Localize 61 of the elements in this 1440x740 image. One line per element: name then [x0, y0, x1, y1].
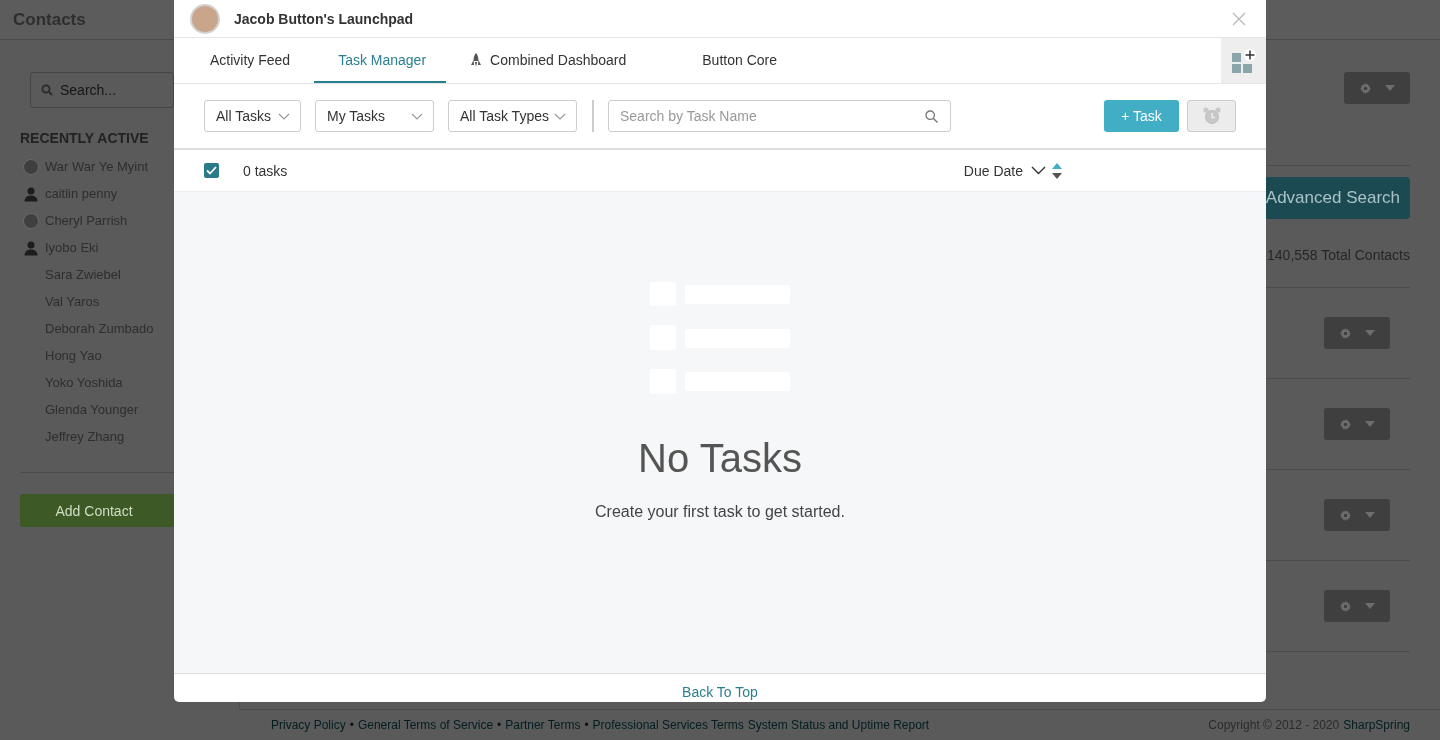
gear-icon	[1359, 82, 1371, 94]
caret-icon	[1364, 330, 1375, 336]
select-all-checkbox[interactable]	[204, 163, 219, 178]
reminder-button[interactable]	[1187, 100, 1236, 132]
caret-icon	[1384, 85, 1395, 91]
avatar	[23, 212, 39, 229]
actions-dropdown[interactable]	[1324, 590, 1390, 622]
search-icon	[41, 84, 53, 96]
person-icon	[23, 239, 39, 256]
actions-dropdown[interactable]	[1344, 72, 1410, 104]
alarm-clock-icon	[1201, 106, 1222, 126]
gear-icon	[1339, 418, 1351, 430]
chevron-icon	[554, 112, 566, 120]
add-widget-icon	[1230, 47, 1257, 74]
brand-link[interactable]: SharpSpring	[1343, 718, 1410, 732]
separator: •	[497, 718, 502, 732]
gear-icon	[1339, 327, 1351, 339]
add-contact-button[interactable]: Add Contact	[20, 494, 174, 527]
rocket-icon	[470, 52, 483, 67]
avatar	[23, 158, 39, 175]
chevron-icon	[1031, 166, 1046, 175]
gear-icon	[1339, 509, 1351, 521]
empty-message: Create your first task to get started.	[595, 503, 845, 521]
sort-order-icon[interactable]	[1052, 162, 1062, 179]
person-icon	[23, 185, 39, 202]
advanced-search-button[interactable]: Advanced Search	[1266, 177, 1410, 219]
tab[interactable]: Combined Dashboard	[448, 38, 649, 83]
search-field[interactable]: Search...	[30, 72, 174, 108]
back-to-top-link[interactable]: Back To Top	[682, 684, 758, 700]
separator: •	[584, 718, 589, 732]
tab[interactable]: Task Manager	[314, 38, 447, 83]
chevron-icon	[278, 112, 290, 120]
empty-title: No Tasks	[638, 436, 802, 481]
sort-dropdown[interactable]: Due Date	[963, 162, 1062, 179]
filter-dropdown[interactable]: All Tasks	[204, 100, 301, 132]
footer-link[interactable]: System Status and Uptime Report	[747, 718, 930, 732]
footer-link[interactable]: Partner Terms	[505, 718, 581, 732]
add-task-button[interactable]: + Task	[1104, 100, 1179, 132]
chevron-icon	[411, 112, 423, 120]
footer-link[interactable]: Professional Services Terms	[592, 718, 744, 732]
modal-title: Jacob Button's Launchpad	[234, 10, 415, 27]
footer-link[interactable]: General Terms of Service	[357, 718, 494, 732]
footer-link[interactable]: Privacy Policy	[271, 718, 346, 732]
tab[interactable]: Activity Feed	[188, 38, 313, 83]
add-widget-button[interactable]	[1221, 38, 1266, 83]
actions-dropdown[interactable]	[1324, 408, 1390, 440]
close-icon[interactable]	[1232, 11, 1246, 26]
actions-dropdown[interactable]	[1324, 317, 1390, 349]
task-count: 0 tasks	[243, 162, 288, 179]
search-icon	[925, 110, 938, 123]
actions-dropdown[interactable]	[1324, 499, 1390, 531]
filter-dropdown[interactable]: All Task Types	[448, 100, 577, 132]
separator: •	[349, 718, 354, 732]
gear-icon	[1339, 600, 1351, 612]
caret-icon	[1364, 603, 1375, 609]
tab[interactable]: Button Core	[680, 38, 799, 83]
section-heading: RECENTLY ACTIVE	[20, 130, 150, 146]
caret-icon	[1364, 421, 1375, 427]
filter-dropdown[interactable]: My Tasks	[315, 100, 434, 132]
avatar	[190, 3, 220, 34]
caret-icon	[1364, 512, 1375, 518]
